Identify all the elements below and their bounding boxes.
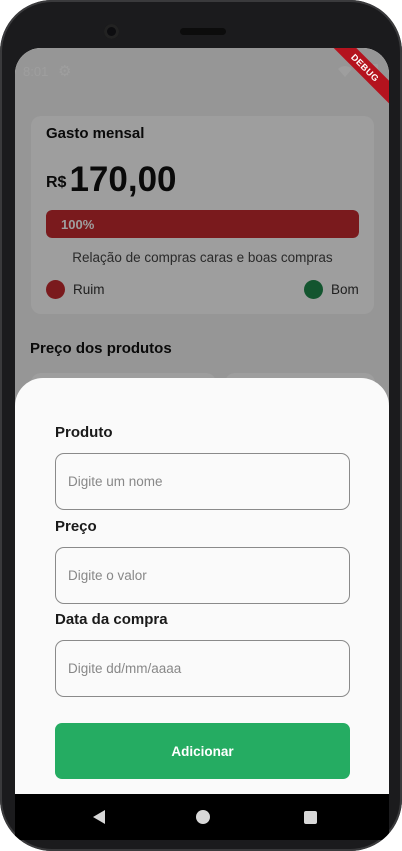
purchase-date-field-label: Data da compra — [55, 611, 168, 628]
add-button[interactable]: Adicionar — [55, 723, 350, 779]
product-name-input[interactable] — [55, 453, 350, 510]
app-screen: 8:01 ⚙ DEBUG Gasto mensal R$170,00 100% … — [15, 48, 389, 794]
price-field-label: Preço — [55, 518, 97, 535]
system-nav-bar — [15, 794, 389, 840]
add-product-sheet: Produto Preço Data da compra Adicionar — [15, 378, 389, 794]
earpiece-speaker — [180, 28, 226, 35]
home-circle-icon[interactable] — [196, 810, 210, 824]
back-triangle-icon[interactable] — [93, 810, 105, 824]
price-input[interactable] — [55, 547, 350, 604]
recent-apps-square-icon[interactable] — [304, 811, 317, 824]
front-camera — [104, 24, 119, 39]
purchase-date-input[interactable] — [55, 640, 350, 697]
phone-frame: 8:01 ⚙ DEBUG Gasto mensal R$170,00 100% … — [0, 0, 402, 851]
product-field-label: Produto — [55, 424, 113, 441]
